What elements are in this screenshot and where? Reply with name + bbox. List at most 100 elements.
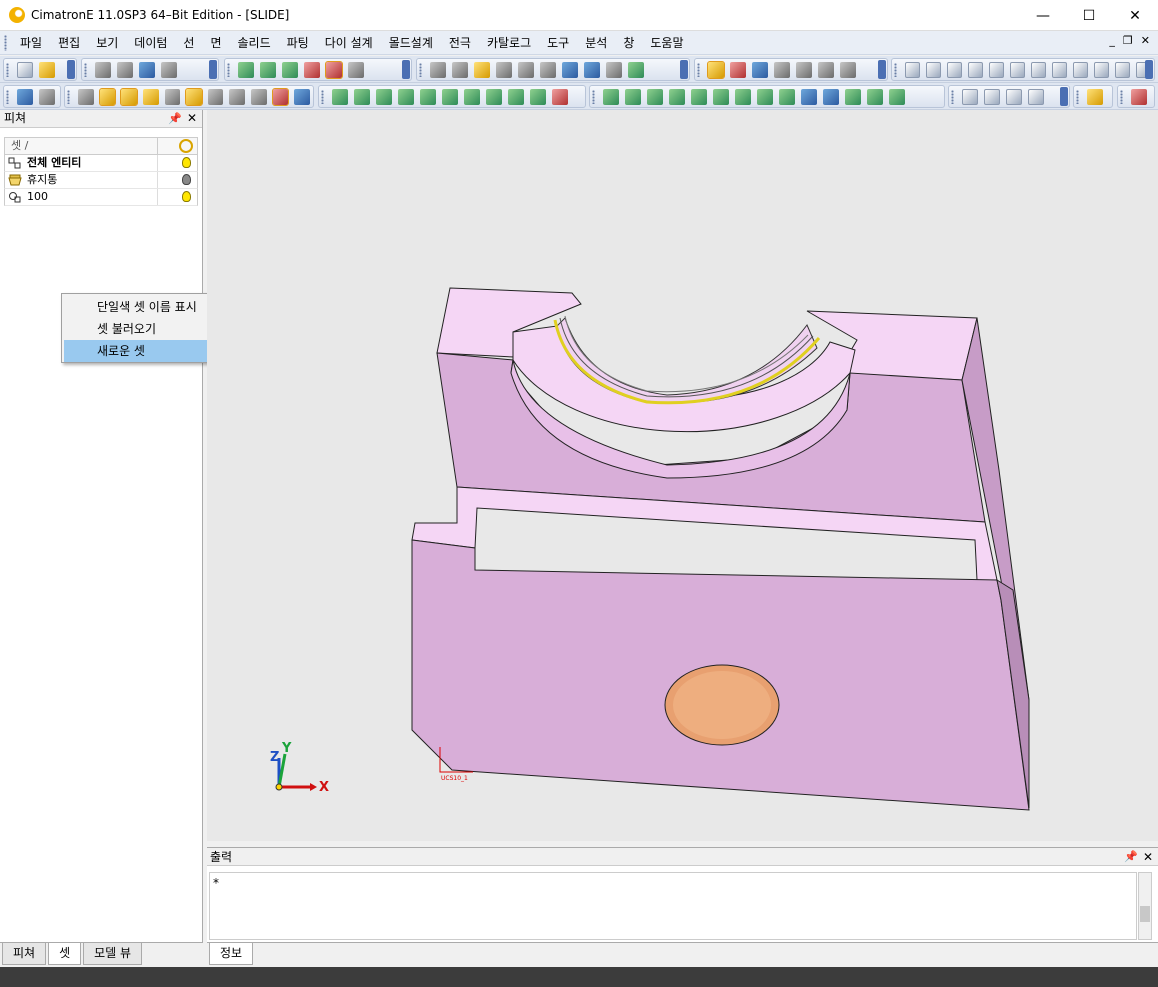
- menu-catalog[interactable]: 카탈로그: [479, 32, 539, 54]
- menu-mold-design[interactable]: 몰드설계: [381, 32, 441, 54]
- open-file-icon[interactable]: [39, 61, 55, 78]
- panel-close-button[interactable]: ✕: [187, 110, 197, 127]
- select-point-icon[interactable]: [229, 88, 246, 105]
- output-scrollbar[interactable]: [1138, 872, 1152, 940]
- zoom-icon[interactable]: [282, 61, 298, 78]
- menu-parting[interactable]: 파팅: [279, 32, 317, 54]
- arrow-left-icon[interactable]: [518, 61, 534, 78]
- surface-1-icon[interactable]: [603, 88, 619, 105]
- offset-icon[interactable]: [1052, 61, 1067, 78]
- boolean-icon[interactable]: [508, 88, 524, 105]
- paint-bucket-icon[interactable]: [752, 61, 768, 78]
- select-set-icon[interactable]: [251, 88, 267, 105]
- shaded-view-icon[interactable]: [325, 60, 343, 79]
- show-hide-icon[interactable]: [430, 61, 446, 78]
- set-row-all-entities[interactable]: 전체 엔티티: [4, 155, 198, 172]
- toolbar-overflow-button[interactable]: [878, 60, 886, 79]
- loft-icon[interactable]: [398, 88, 414, 105]
- select-all-icon[interactable]: [271, 87, 290, 106]
- undo-icon[interactable]: [95, 61, 111, 78]
- puzzle-icon[interactable]: [628, 61, 644, 78]
- bulb-off-icon[interactable]: [182, 174, 191, 185]
- surface-11-icon[interactable]: [823, 88, 839, 105]
- toolbar-overflow-button[interactable]: [680, 60, 688, 79]
- new-file-icon[interactable]: [17, 61, 33, 78]
- revolve-icon[interactable]: [354, 88, 370, 105]
- surface-13-icon[interactable]: [867, 88, 883, 105]
- extrude-icon[interactable]: [332, 88, 348, 105]
- chamfer-icon[interactable]: [442, 88, 458, 105]
- tab-info[interactable]: 정보: [209, 943, 254, 965]
- tab-sets[interactable]: 셋: [48, 943, 82, 965]
- toolbar-overflow-button[interactable]: [1060, 87, 1068, 106]
- trim-icon[interactable]: [1010, 61, 1025, 78]
- surface-14-icon[interactable]: [889, 88, 905, 105]
- diagonal-line-icon[interactable]: [984, 88, 1000, 105]
- split-solid-icon[interactable]: [530, 88, 546, 105]
- select-face-icon[interactable]: [98, 87, 117, 106]
- menu-analysis[interactable]: 분석: [577, 32, 615, 54]
- pin-icon[interactable]: 📌: [1124, 848, 1138, 866]
- visibility-header-icon[interactable]: [179, 139, 193, 153]
- select-body-icon[interactable]: [207, 88, 224, 105]
- select-list-icon[interactable]: [294, 88, 311, 105]
- output-text-area[interactable]: *: [209, 872, 1137, 940]
- sets-column-header[interactable]: 셋 /: [4, 137, 198, 155]
- surface-8-icon[interactable]: [757, 88, 773, 105]
- view-cube-icon[interactable]: [348, 61, 364, 78]
- bulb-on-icon[interactable]: [182, 157, 191, 168]
- shell-icon[interactable]: [464, 88, 480, 105]
- circle-icon[interactable]: [947, 61, 962, 78]
- exit-icon[interactable]: [1131, 88, 1147, 105]
- toolbar-overflow-button[interactable]: [402, 60, 410, 79]
- pen-icon[interactable]: [796, 61, 812, 78]
- maximize-button[interactable]: ☐: [1066, 0, 1112, 31]
- bulb-on-icon[interactable]: [182, 191, 191, 202]
- menu-curve[interactable]: 선: [175, 32, 202, 54]
- surface-4-icon[interactable]: [669, 88, 685, 105]
- glasses-icon[interactable]: [139, 61, 155, 78]
- measure-icon[interactable]: [584, 61, 600, 78]
- menu-grip-icon[interactable]: [4, 34, 7, 51]
- wave-icon[interactable]: [1006, 88, 1022, 105]
- pencil-icon[interactable]: [1115, 61, 1130, 78]
- line-icon[interactable]: [905, 61, 920, 78]
- layer-icon[interactable]: [496, 61, 512, 78]
- select-vertex-icon[interactable]: [142, 88, 159, 105]
- palette-icon[interactable]: [730, 61, 746, 78]
- line-style-icon[interactable]: [774, 61, 790, 78]
- line-width-icon[interactable]: [818, 61, 834, 78]
- menu-datum[interactable]: 데이텀: [126, 32, 175, 54]
- close-button[interactable]: ✕: [1112, 0, 1158, 31]
- draft-icon[interactable]: [486, 88, 502, 105]
- zoom-all-icon[interactable]: [238, 61, 254, 78]
- menu-surface[interactable]: 면: [202, 32, 229, 54]
- split-icon[interactable]: [1031, 61, 1046, 78]
- menu-window[interactable]: 창: [615, 32, 642, 54]
- box-icon[interactable]: [606, 61, 622, 78]
- spline-icon[interactable]: [926, 61, 941, 78]
- redo-icon[interactable]: [117, 61, 133, 78]
- select-icon[interactable]: [17, 88, 33, 105]
- menu-tools[interactable]: 도구: [539, 32, 577, 54]
- toolbar-overflow-button[interactable]: [67, 60, 75, 79]
- scroll-thumb[interactable]: [1140, 906, 1150, 922]
- pin-icon[interactable]: 📌: [168, 110, 182, 127]
- surface-3-icon[interactable]: [647, 88, 663, 105]
- menu-electrode[interactable]: 전극: [441, 32, 479, 54]
- panel-close-button[interactable]: ✕: [1143, 848, 1153, 866]
- tab-features[interactable]: 피쳐: [2, 943, 47, 965]
- surface-12-icon[interactable]: [845, 88, 861, 105]
- mdi-restore-button[interactable]: ❐: [1123, 34, 1133, 47]
- blend-icon[interactable]: [420, 88, 436, 105]
- select-filter-icon[interactable]: [164, 88, 181, 105]
- menu-solid[interactable]: 솔리드: [230, 32, 279, 54]
- surface-10-icon[interactable]: [801, 88, 817, 105]
- arrow-right-icon[interactable]: [540, 61, 556, 78]
- zoom-window-icon[interactable]: [260, 61, 276, 78]
- calculator-icon[interactable]: [161, 61, 177, 78]
- menu-help[interactable]: 도움말: [642, 32, 691, 54]
- brush-icon[interactable]: [840, 61, 856, 78]
- menu-view[interactable]: 보기: [88, 32, 126, 54]
- minimize-button[interactable]: —: [1020, 0, 1066, 31]
